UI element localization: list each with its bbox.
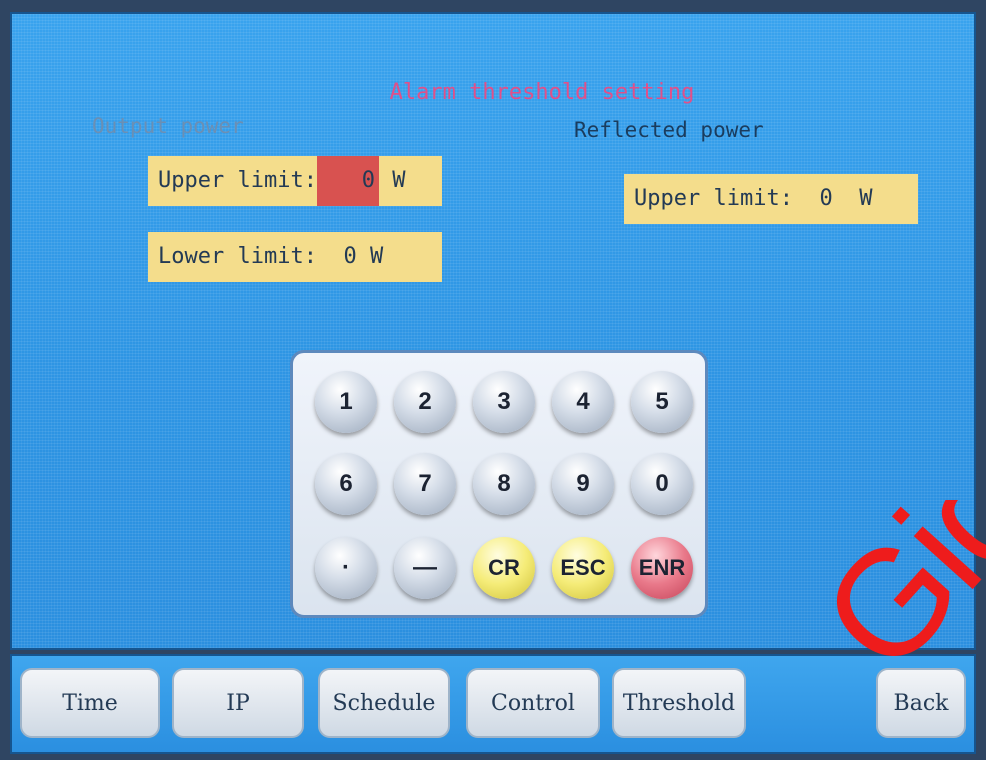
numeric-keypad: 1 2 3 4 5 6 7 8 9 0 · — CR ESC ENR (290, 350, 708, 618)
key-7[interactable]: 7 (394, 453, 456, 515)
page-title: Alarm threshold setting (389, 80, 695, 105)
output-lower-limit-label: Lower limit: (158, 244, 317, 269)
reflected-upper-limit-field[interactable]: Upper limit: 0 W (624, 174, 918, 224)
output-upper-limit-label: Upper limit: (158, 168, 317, 193)
key-1[interactable]: 1 (315, 371, 377, 433)
output-lower-limit-unit: W (369, 244, 384, 269)
key-cr-button[interactable]: CR (473, 537, 535, 599)
key-enter-button[interactable]: ENR (631, 537, 693, 599)
key-4[interactable]: 4 (552, 371, 614, 433)
output-upper-limit-unit: W (392, 168, 406, 193)
reflected-power-label: Reflected power (574, 118, 764, 142)
key-2[interactable]: 2 (394, 371, 456, 433)
key-5[interactable]: 5 (631, 371, 693, 433)
back-button[interactable]: Back (876, 668, 966, 738)
tab-ip[interactable]: IP (172, 668, 304, 738)
key-6[interactable]: 6 (315, 453, 377, 515)
tab-schedule[interactable]: Schedule (318, 668, 450, 738)
output-upper-limit-value[interactable]: 0 (316, 156, 379, 206)
key-3[interactable]: 3 (473, 371, 535, 433)
output-upper-limit-field[interactable]: Upper limit: 0 W (148, 156, 442, 206)
reflected-upper-limit-unit: W (859, 186, 873, 211)
key-0[interactable]: 0 (631, 453, 693, 515)
key-9[interactable]: 9 (552, 453, 614, 515)
tab-time[interactable]: Time (20, 668, 160, 738)
key-minus[interactable]: — (394, 537, 456, 599)
output-lower-limit-value[interactable]: 0 (343, 232, 356, 282)
reflected-upper-limit-label: Upper limit: (634, 186, 793, 211)
bottom-tab-bar: Time IP Schedule Control Threshold Back (10, 654, 976, 754)
key-esc-button[interactable]: ESC (552, 537, 614, 599)
output-power-label: Output power (92, 114, 244, 138)
tab-threshold[interactable]: Threshold (612, 668, 746, 738)
reflected-upper-limit-value[interactable]: 0 (819, 174, 832, 224)
key-decimal-point[interactable]: · (315, 537, 377, 599)
key-8[interactable]: 8 (473, 453, 535, 515)
output-lower-limit-field[interactable]: Lower limit: 0 W (148, 232, 442, 282)
threshold-screen: Alarm threshold setting Output power Ref… (10, 12, 976, 650)
tab-control[interactable]: Control (466, 668, 600, 738)
